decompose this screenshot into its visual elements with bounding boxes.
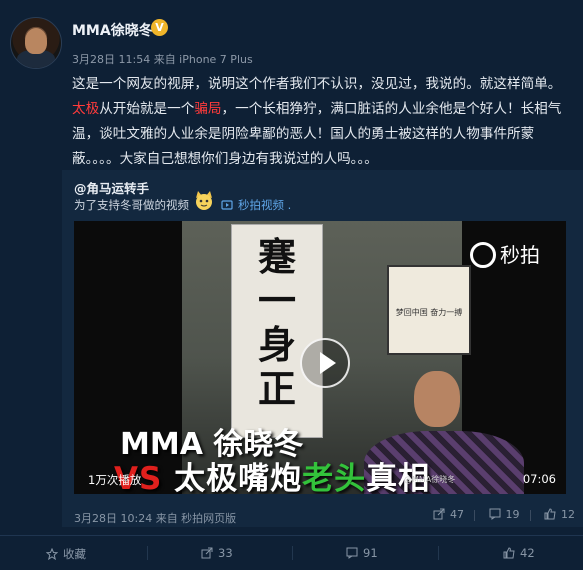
- share-icon: [433, 508, 445, 520]
- favorite-button[interactable]: 收藏: [46, 546, 86, 562]
- comment-icon: [346, 547, 358, 559]
- calligraphy-scroll: 蹇一身正: [232, 225, 322, 437]
- repost-share-count: 47: [450, 508, 464, 521]
- video-duration: 07:06: [522, 472, 556, 486]
- calligraphy-text: 蹇一身正: [257, 234, 296, 411]
- video-link[interactable]: 秒拍视频 .: [221, 197, 291, 213]
- like-button[interactable]: 42: [503, 546, 535, 560]
- post-meta: 3月28日 11:54 来自 iPhone 7 Plus: [72, 53, 253, 66]
- favorite-label: 收藏: [63, 547, 86, 561]
- play-button[interactable]: [300, 338, 350, 388]
- video-watermark: @MMA徐晓冬: [404, 475, 456, 484]
- verified-badge-icon: V: [151, 19, 168, 36]
- repost-text: 为了支持冬哥做的视频: [74, 198, 189, 212]
- share-icon: [201, 547, 213, 559]
- comment-icon: [489, 508, 500, 520]
- video-player[interactable]: 蹇一身正 梦回中国 奋力一搏 秒拍 MMA 徐晓冬 VS 太极嘴炮老头真相 @M…: [74, 221, 566, 494]
- star-icon: [46, 548, 58, 560]
- cat-emoji-icon: [196, 191, 212, 210]
- post-header: MMA徐晓冬 V 3月28日 11:54 来自 iPhone 7 Plus 这是…: [0, 0, 583, 170]
- repost-comment-count: 19: [505, 508, 520, 521]
- avatar-face: [25, 28, 47, 54]
- post-footer: 收藏 33 91 42: [0, 535, 583, 570]
- share-count: 33: [218, 546, 233, 560]
- title-part1: 太极嘴炮: [162, 461, 303, 494]
- highlight-scam: 骗局: [194, 101, 222, 117]
- post-text-part2: 从开始就是一个: [99, 101, 195, 117]
- miaopai-logo: 秒拍: [470, 239, 540, 270]
- repost-share-button[interactable]: 47: [433, 508, 464, 521]
- comment-button[interactable]: 91: [346, 546, 378, 560]
- repost-meta: 3月28日 10:24 来自 秒拍网页版: [74, 512, 237, 525]
- video-link-label: 秒拍视频 .: [238, 198, 292, 212]
- share-button[interactable]: 33: [201, 546, 233, 560]
- play-count: 1万次播放: [88, 473, 142, 487]
- repost-username[interactable]: @角马运转手: [74, 178, 149, 197]
- like-count: 42: [520, 546, 535, 560]
- highlight-taiji: 太极: [72, 101, 100, 117]
- repost-comment-button[interactable]: 19: [489, 508, 520, 521]
- thumbs-up-icon: [544, 508, 556, 520]
- post-username[interactable]: MMA徐晓冬: [72, 20, 153, 40]
- video-title-line2: VS 太极嘴炮老头真相: [114, 453, 430, 494]
- thumbs-up-icon: [503, 547, 515, 559]
- title-green: 老头: [302, 461, 367, 494]
- miaopai-logo-icon: [470, 241, 496, 268]
- video-icon: [221, 200, 233, 210]
- comment-count: 91: [363, 546, 378, 560]
- avatar[interactable]: [10, 17, 62, 69]
- repost-like-button[interactable]: 12: [544, 508, 575, 521]
- play-icon: [320, 352, 336, 374]
- weibo-card: MMA徐晓冬 V 3月28日 11:54 来自 iPhone 7 Plus 这是…: [0, 0, 583, 570]
- person-head: [414, 371, 460, 427]
- post-text-part1: 这是一个网友的视屏，说明这个作者我们不认识，没见过，我说的。就这样简单。: [72, 76, 562, 92]
- repost-actions: 47 19 12: [423, 508, 575, 521]
- repost-like-count: 12: [561, 508, 575, 521]
- post-text: 这是一个网友的视屏，说明这个作者我们不认识，没见过，我说的。就这样简单。太极从开…: [72, 72, 572, 172]
- footer-divider: [147, 546, 148, 560]
- footer-divider: [292, 546, 293, 560]
- wall-frame-text: 梦回中国 奋力一搏: [395, 308, 463, 317]
- footer-divider: [438, 546, 439, 560]
- miaopai-logo-text: 秒拍: [500, 243, 540, 267]
